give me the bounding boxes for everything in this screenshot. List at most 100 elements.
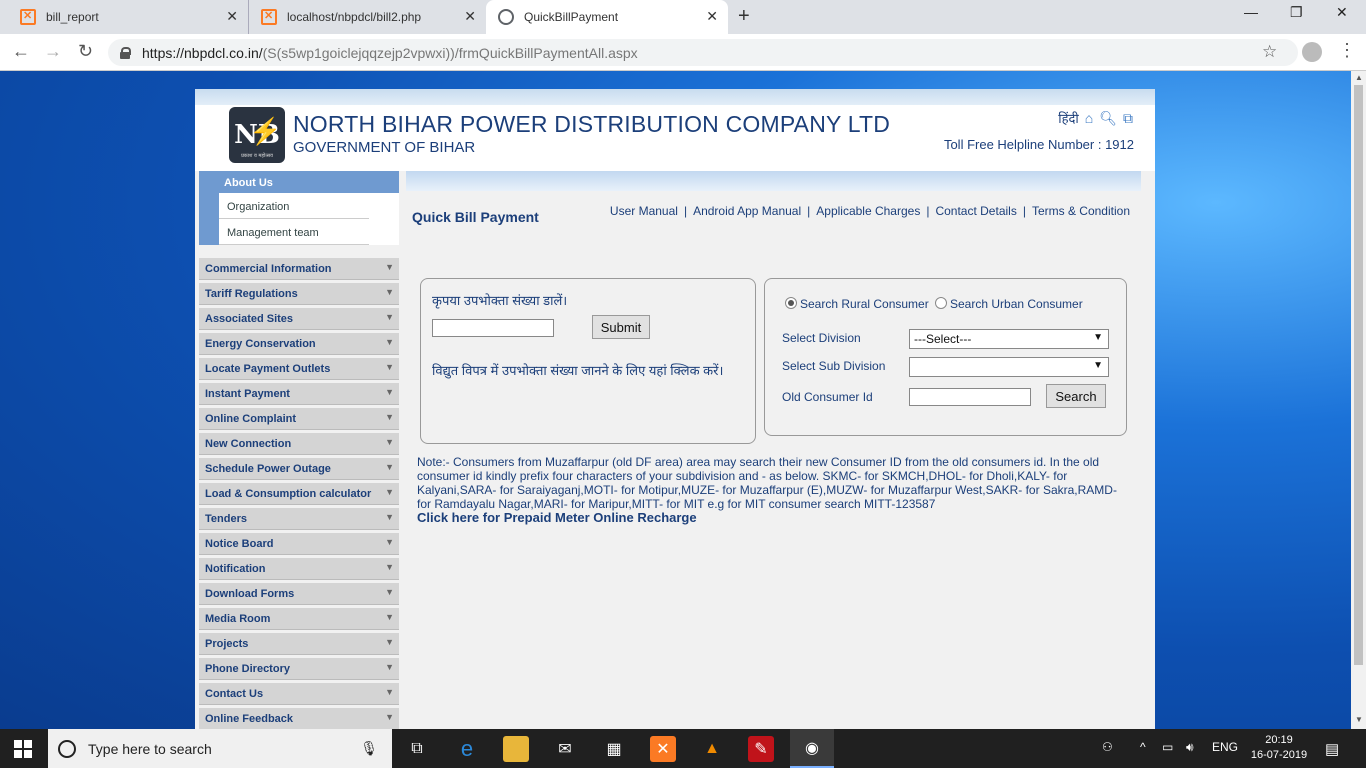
sidebar-item-label: Commercial Information [205,263,332,275]
xampp-taskbar-icon[interactable]: ✕ [650,736,676,762]
sidebar-item-label: Tenders [205,513,247,525]
bookmark-star-icon[interactable]: ☆ [1262,42,1277,62]
sitemap-icon[interactable]: ⧉ [1123,110,1133,127]
company-logo[interactable]: NB ⚡ प्रकाश व महोत्सव [229,107,285,163]
link-android-app-manual[interactable]: Android App Manual [693,204,801,218]
sidebar-item[interactable]: Schedule Power Outage ▼ [199,458,399,480]
search-button[interactable]: Search [1046,384,1106,408]
close-icon[interactable]: ✕ [226,8,238,25]
sidebar-item[interactable]: Contact Us ▼ [199,683,399,705]
reload-icon[interactable]: ↻ [78,41,93,62]
minimize-icon[interactable]: — [1244,4,1258,20]
sub-division-select[interactable]: ▼ [909,357,1109,377]
profile-avatar-icon[interactable] [1302,42,1322,62]
back-icon[interactable]: ← [12,41,30,62]
windows-start-icon[interactable] [14,740,32,758]
find-consumer-number-link[interactable]: विद्युत विपत्र में उपभोक्ता संख्या जानने… [432,363,732,379]
link-applicable-charges[interactable]: Applicable Charges [816,204,920,218]
url-field[interactable]: https://nbpdcl.co.in/(S(s5wp1goiclejqqze… [108,39,1298,66]
sidebar-item[interactable]: Locate Payment Outlets ▼ [199,358,399,380]
rural-consumer-label[interactable]: Search Rural Consumer [800,297,929,311]
show-hidden-icons-icon[interactable]: ^ [1140,740,1146,754]
menu-kebab-icon[interactable]: ⋮ [1338,40,1356,61]
page-scrollbar[interactable]: ▲ ▼ [1351,71,1366,729]
sidebar-item[interactable]: Energy Conservation ▼ [199,333,399,355]
submit-button[interactable]: Submit [592,315,650,339]
prepaid-recharge-link[interactable]: Click here for Prepaid Meter Online Rech… [417,510,697,525]
sidebar-item[interactable]: Associated Sites ▼ [199,308,399,330]
division-selected-value: ---Select--- [914,332,972,346]
rural-consumer-radio[interactable] [785,297,797,309]
sidebar-item[interactable]: Projects ▼ [199,633,399,655]
sidebar-item[interactable]: Phone Directory ▼ [199,658,399,680]
restore-icon[interactable]: ❐ [1290,4,1303,21]
window-close-icon[interactable]: ✕ [1336,4,1348,21]
site-container: NB ⚡ प्रकाश व महोत्सव NORTH BIHAR POWER … [195,89,1155,729]
home-icon[interactable]: ⌂ [1085,110,1093,126]
hindi-link[interactable]: हिंदी [1058,109,1079,127]
sidebar-item[interactable]: Notice Board ▼ [199,533,399,555]
language-indicator[interactable]: ENG [1212,740,1238,754]
new-tab-icon[interactable]: + [738,5,750,28]
close-icon[interactable]: ✕ [464,8,476,25]
scrollbar-thumb[interactable] [1354,85,1363,665]
search-icon[interactable]: 🔍︎ [1099,110,1117,127]
tab-quick-bill-payment[interactable]: QuickBillPayment ✕ [486,0,728,34]
sidebar-item[interactable]: Commercial Information ▼ [199,258,399,280]
file-explorer-icon[interactable] [503,736,529,762]
lightning-bolt-icon: ⚡ [249,117,282,147]
nav-organization[interactable]: Organization [219,193,369,219]
link-contact-details[interactable]: Contact Details [935,204,1016,218]
sidebar-item[interactable]: New Connection ▼ [199,433,399,455]
mail-icon[interactable]: ✉ [552,736,578,762]
urban-consumer-label[interactable]: Search Urban Consumer [950,297,1083,311]
sidebar-item[interactable]: Online Feedback ▼ [199,708,399,729]
task-view-icon[interactable]: ⧉ [404,736,430,762]
link-user-manual[interactable]: User Manual [610,204,678,218]
microphone-icon[interactable]: 🎙︎ [360,740,378,757]
action-center-icon[interactable]: ▤ [1325,740,1339,758]
sidebar-item[interactable]: Tenders ▼ [199,508,399,530]
edge-icon[interactable]: e [454,736,480,762]
sidebar-item-label: Instant Payment [205,388,290,400]
link-terms-condition[interactable]: Terms & Condition [1032,204,1130,218]
store-icon[interactable]: ▦ [601,736,627,762]
vlc-icon[interactable]: ▲ [699,736,725,762]
scroll-up-icon[interactable]: ▲ [1355,73,1363,82]
app-icon[interactable]: ✎ [748,736,774,762]
sidebar-item[interactable]: Instant Payment ▼ [199,383,399,405]
division-select[interactable]: ---Select--- ▼ [909,329,1109,349]
forward-icon[interactable]: → [44,41,62,62]
scroll-down-icon[interactable]: ▼ [1355,715,1363,724]
start-pane [14,750,22,758]
sidebar-item[interactable]: Load & Consumption calculator ▼ [199,483,399,505]
battery-icon[interactable]: ▭ [1162,740,1173,754]
urban-consumer-radio[interactable] [935,297,947,309]
chevron-down-icon: ▼ [385,312,394,322]
top-links: User Manual | Android App Manual | Applicabl… [610,204,1130,218]
sidebar-item-label: Load & Consumption calculator [205,488,372,500]
close-icon[interactable]: ✕ [706,8,718,25]
sidebar-item-label: New Connection [205,438,292,450]
tab-bill-report[interactable]: bill_report ✕ [8,0,248,34]
sidebar-item[interactable]: Online Complaint ▼ [199,408,399,430]
logo-tagline: प्रकाश व महोत्सव [241,153,273,159]
sidebar-item[interactable]: Download Forms ▼ [199,583,399,605]
sidebar-item[interactable]: Media Room ▼ [199,608,399,630]
tab-bill2[interactable]: localhost/nbpdcl/bill2.php ✕ [248,0,486,34]
sidebar-item[interactable]: Notification ▼ [199,558,399,580]
chevron-down-icon: ▼ [385,562,394,572]
volume-icon[interactable]: 🔊︎ [1186,740,1194,755]
taskbar-search-placeholder: Type here to search [88,740,212,757]
clock-time: 20:19 [1265,734,1293,746]
taskbar-search-box[interactable]: Type here to search 🎙︎ [48,729,392,768]
consumer-number-input[interactable] [432,319,554,337]
system-clock[interactable]: 20:19 16-07-2019 [1248,733,1310,763]
sidebar-item[interactable]: Tariff Regulations ▼ [199,283,399,305]
chrome-icon[interactable]: ◉ [790,729,834,768]
people-icon[interactable]: ⚇ [1102,740,1113,754]
nav-about-us[interactable]: About Us [199,171,399,193]
nav-management-team[interactable]: Management team [219,219,369,245]
old-consumer-id-input[interactable] [909,388,1031,406]
sidebar-item-label: Download Forms [205,588,295,600]
